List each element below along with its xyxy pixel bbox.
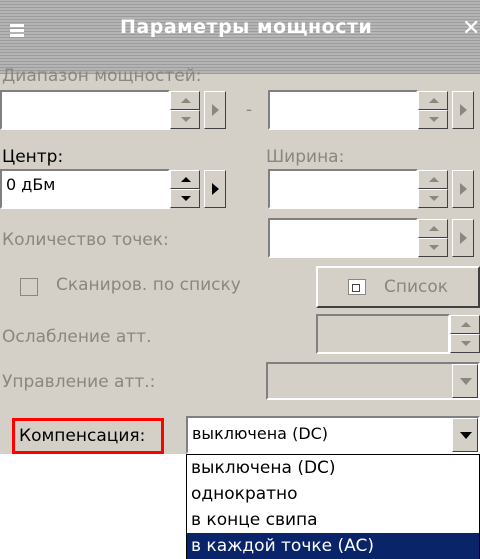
attenuation-label: Ослабление атт.: [2, 327, 152, 347]
attenuation-input[interactable]: [316, 314, 450, 354]
spin-down-icon: [181, 196, 191, 201]
compensation-option-once[interactable]: однократно: [187, 481, 479, 507]
list-icon: [348, 279, 366, 295]
arrow-right-icon: [212, 104, 219, 116]
list-button-label: Список: [384, 277, 449, 297]
list-button[interactable]: Список: [316, 266, 480, 308]
attenuation-spinner[interactable]: [450, 315, 480, 353]
power-parameters-dialog: Параметры мощности ✕ Диапазон мощностей:…: [0, 0, 480, 454]
power-range-from-arrow-button[interactable]: [204, 91, 226, 129]
chevron-down-icon: [460, 378, 472, 385]
compensation-label: Компенсация:: [19, 426, 146, 446]
spin-down-icon: [181, 117, 191, 122]
power-range-to-input[interactable]: [268, 90, 418, 130]
points-label: Количество точек:: [2, 230, 169, 250]
att-control-dropdown-button[interactable]: [452, 364, 478, 398]
points-spinner[interactable]: [418, 219, 448, 257]
arrow-right-icon: [460, 104, 467, 116]
spin-down-icon: [429, 245, 439, 250]
points-input[interactable]: [268, 218, 418, 258]
spin-up-icon: [181, 177, 191, 182]
power-range-label: Диапазон мощностей:: [2, 66, 202, 86]
compensation-dropdown-list: выключена (DC) однократно в конце свипа …: [186, 454, 480, 559]
spin-up-icon: [429, 177, 439, 182]
compensation-combobox[interactable]: выключена (DC): [186, 416, 480, 454]
compensation-option-dc[interactable]: выключена (DC): [187, 455, 479, 481]
spin-down-icon: [461, 341, 471, 346]
range-separator: -: [246, 100, 253, 120]
power-range-from-spinner[interactable]: [170, 91, 200, 129]
width-arrow-button[interactable]: [452, 170, 474, 208]
list-scan-label: Сканиров. по списку: [56, 275, 241, 295]
att-control-label: Управление атт.:: [2, 372, 156, 392]
arrow-right-icon: [212, 183, 219, 195]
window-title: Параметры мощности: [120, 16, 373, 38]
chevron-down-icon: [460, 432, 472, 439]
spin-up-icon: [429, 226, 439, 231]
compensation-label-highlight: Компенсация:: [12, 418, 164, 454]
title-bar[interactable]: Параметры мощности ✕: [0, 0, 480, 74]
arrow-right-icon: [460, 183, 467, 195]
power-range-to-spinner[interactable]: [418, 91, 448, 129]
arrow-right-icon: [460, 232, 467, 244]
power-range-to-arrow-button[interactable]: [452, 91, 474, 129]
window-menu-icon[interactable]: [10, 24, 24, 38]
close-icon[interactable]: ✕: [462, 16, 480, 41]
center-spinner[interactable]: [170, 170, 200, 208]
power-range-from-input[interactable]: [0, 90, 170, 130]
center-label: Центр:: [2, 147, 64, 167]
spin-down-icon: [429, 196, 439, 201]
points-arrow-button[interactable]: [452, 219, 474, 257]
compensation-option-end-of-sweep[interactable]: в конце свипа: [187, 507, 479, 533]
center-arrow-button[interactable]: [204, 170, 226, 208]
list-scan-checkbox[interactable]: [20, 278, 38, 296]
width-spinner[interactable]: [418, 170, 448, 208]
compensation-dropdown-button[interactable]: [452, 418, 478, 452]
spin-up-icon: [429, 98, 439, 103]
spin-down-icon: [429, 117, 439, 122]
center-input[interactable]: 0 дБм: [0, 169, 170, 209]
width-label: Ширина:: [266, 147, 345, 167]
width-input[interactable]: [268, 169, 418, 209]
spin-up-icon: [461, 322, 471, 327]
spin-up-icon: [181, 98, 191, 103]
compensation-option-each-point[interactable]: в каждой точке (AC): [187, 533, 479, 559]
att-control-combobox[interactable]: [266, 362, 480, 400]
